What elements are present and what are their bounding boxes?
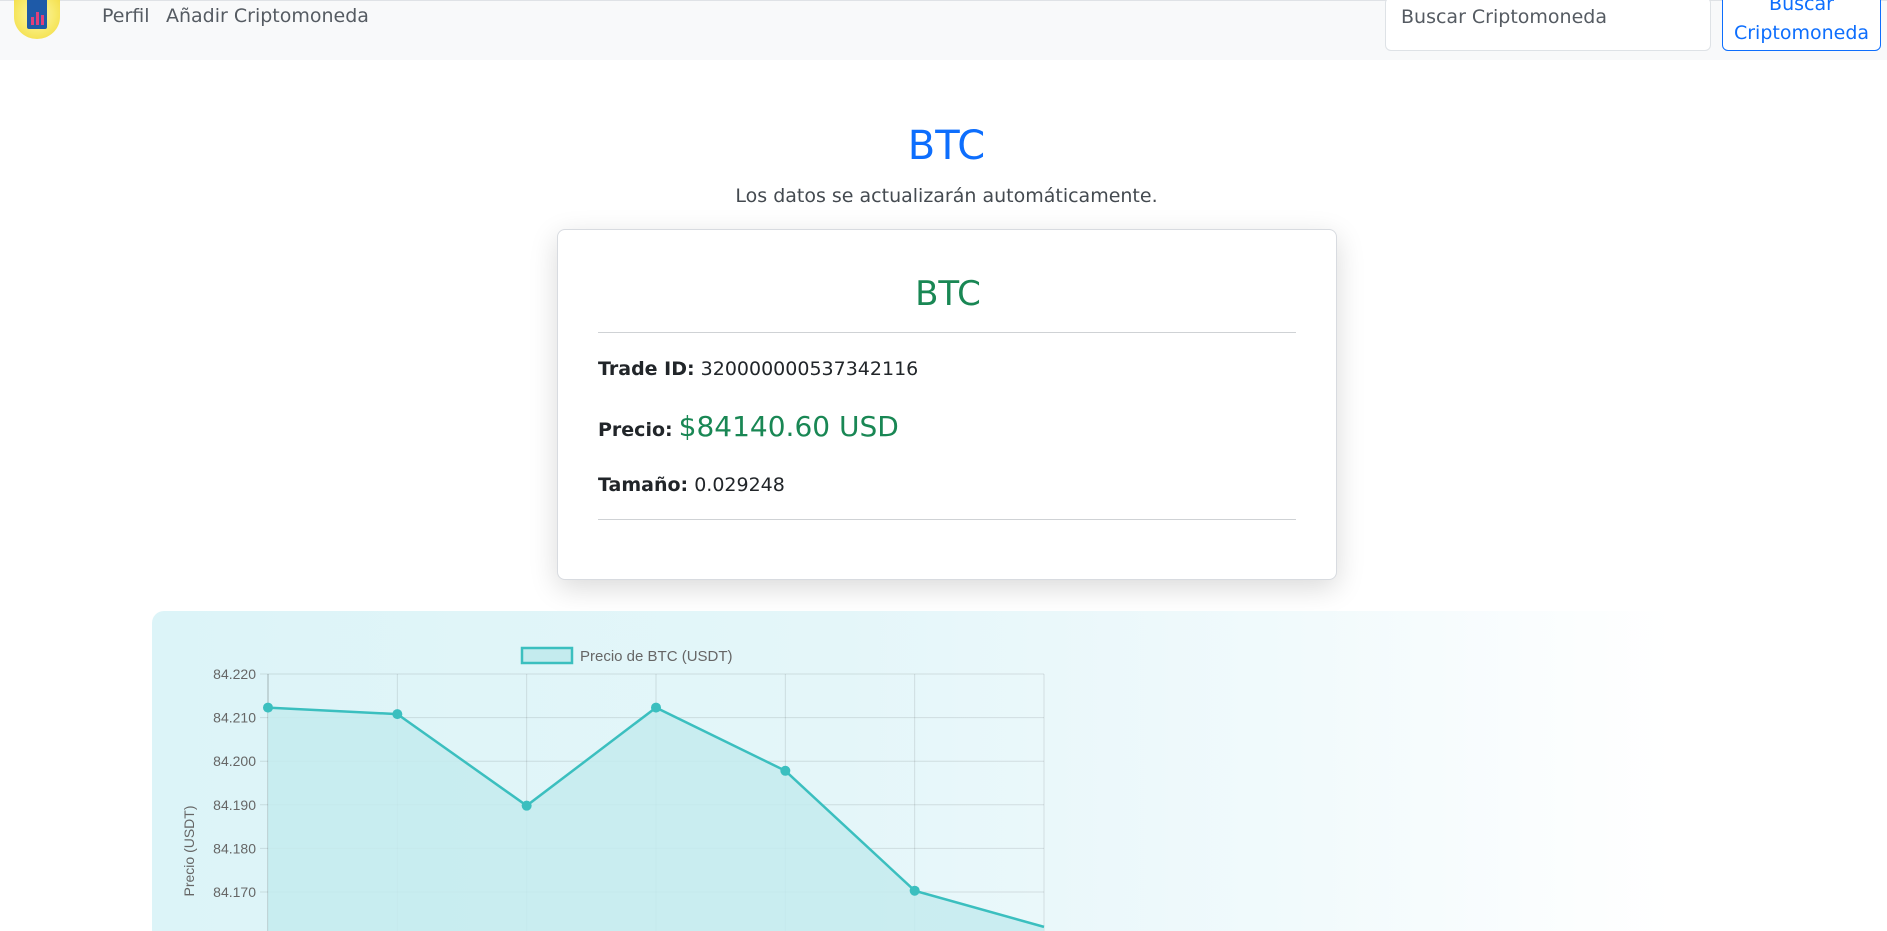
- card-symbol: BTC: [915, 274, 981, 314]
- divider: [598, 332, 1296, 333]
- legend-label: Precio de BTC (USDT): [580, 648, 733, 665]
- logo-chart-icon: [27, 0, 47, 29]
- y-axis-title: Precio (USDT): [181, 805, 197, 896]
- auto-update-notice: Los datos se actualizarán automáticament…: [735, 185, 1158, 207]
- y-tick-label: 84.190: [213, 797, 256, 813]
- navbar: Perfil Añadir Criptomoneda Buscar Cripto…: [0, 0, 1887, 60]
- trade-id-row: Trade ID: 320000000537342116: [598, 358, 918, 380]
- search-button[interactable]: Buscar Criptomoneda: [1722, 0, 1881, 51]
- price-value: $84140.60 USD: [678, 410, 899, 443]
- size-row: Tamaño: 0.029248: [598, 474, 785, 496]
- series-area-fill: [268, 707, 1044, 931]
- logo-bar: [31, 17, 34, 25]
- trade-id-value: 320000000537342116: [700, 358, 919, 380]
- app-logo[interactable]: [14, 0, 60, 39]
- divider: [598, 519, 1296, 520]
- logo-bar: [36, 12, 39, 25]
- data-point: [521, 800, 532, 811]
- trade-id-label: Trade ID:: [598, 358, 695, 380]
- search-input[interactable]: Buscar Criptomoneda: [1385, 0, 1711, 51]
- price-row: Precio: $84140.60 USD: [598, 410, 899, 443]
- data-point: [263, 702, 273, 713]
- y-tick-label: 84.170: [213, 884, 256, 900]
- y-tick-label: 84.180: [213, 840, 256, 856]
- price-chart-panel: 84.220 84.210 84.200 84.190 84.180 84.170 Prec…: [152, 611, 1672, 931]
- size-value: 0.029248: [694, 474, 785, 496]
- data-point: [392, 709, 403, 720]
- price-chart: 84.220 84.210 84.200 84.190 84.180 84.170 Prec…: [181, 646, 1045, 931]
- trade-card: BTC Trade ID: 320000000537342116 Precio:…: [557, 229, 1337, 580]
- y-tick-label: 84.210: [213, 710, 256, 726]
- y-tick-label: 84.220: [213, 666, 256, 682]
- legend-swatch: [520, 646, 574, 665]
- nav-link-perfil[interactable]: Perfil: [102, 3, 150, 29]
- data-point: [909, 885, 920, 896]
- size-label: Tamaño:: [598, 474, 689, 496]
- price-label: Precio:: [598, 419, 673, 441]
- data-point: [780, 765, 791, 776]
- data-point: [651, 702, 661, 713]
- logo-bar: [41, 15, 44, 25]
- y-tick-label: 84.200: [213, 753, 256, 769]
- page-title: BTC: [907, 123, 986, 169]
- nav-link-anadir-criptomoneda[interactable]: Añadir Criptomoneda: [166, 3, 369, 29]
